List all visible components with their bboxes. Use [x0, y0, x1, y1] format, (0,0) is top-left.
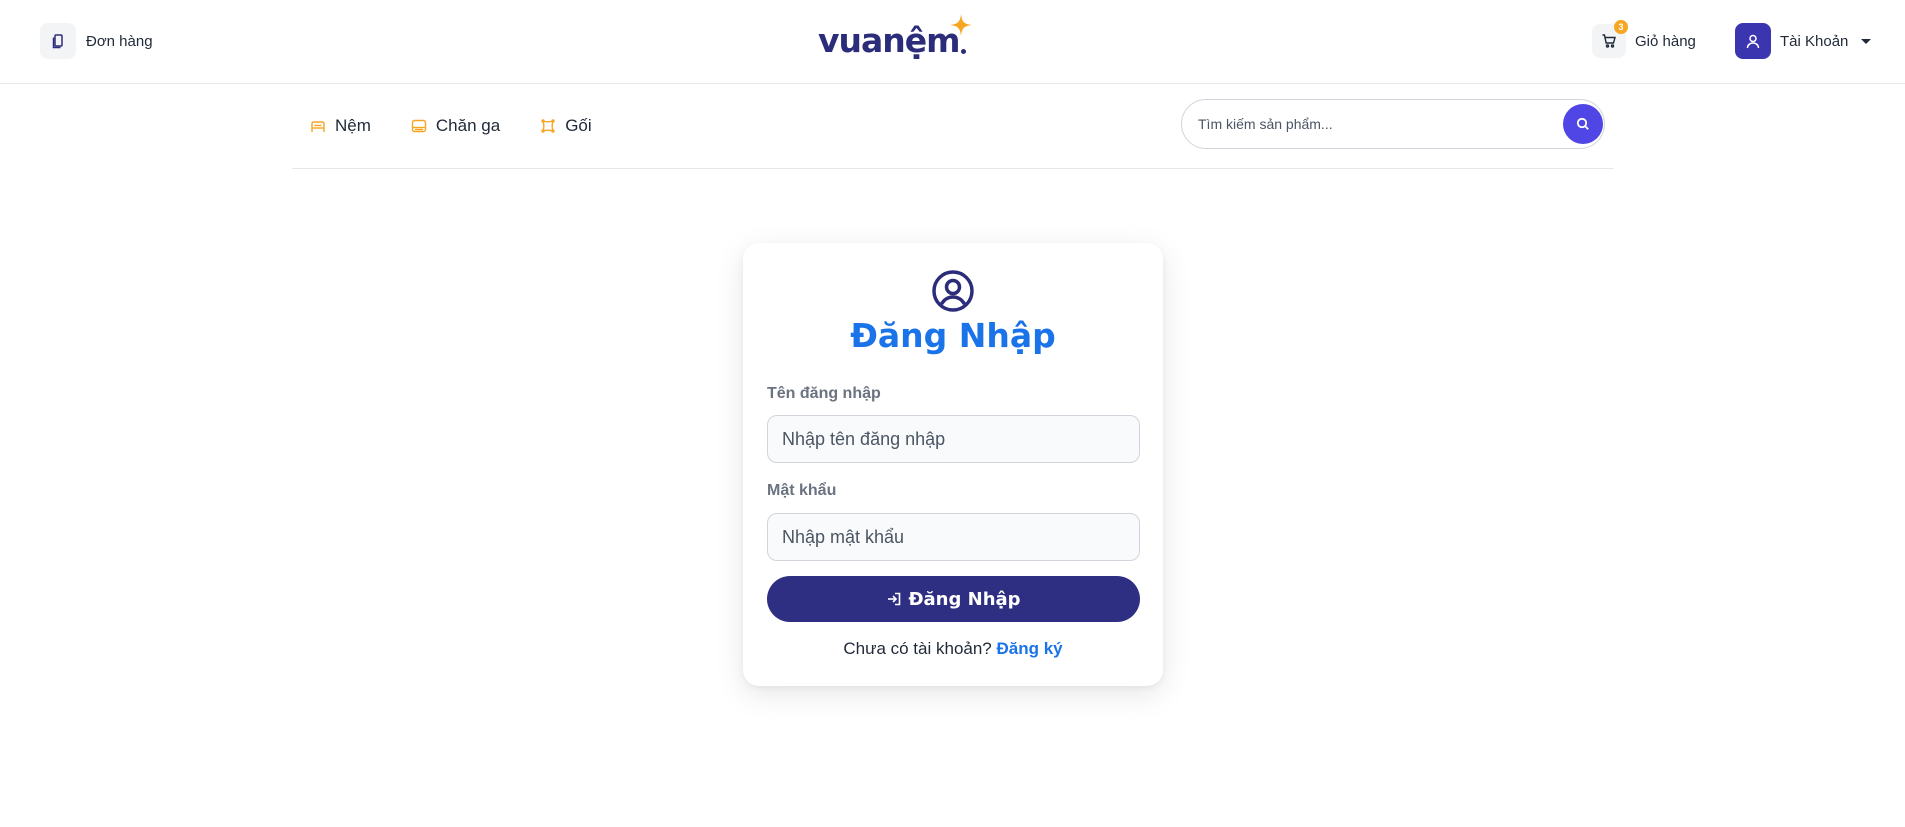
account-menu[interactable]: Tài Khoản [1735, 23, 1872, 59]
orders-label: Đơn hàng [86, 32, 153, 50]
signup-prompt: Chưa có tài khoản? Đăng ký [743, 639, 1163, 659]
password-field-wrapper [767, 513, 1140, 561]
search-bar [1181, 99, 1605, 149]
password-input[interactable] [768, 514, 1139, 560]
login-title: Đăng Nhập [850, 316, 1056, 355]
search-button[interactable] [1563, 104, 1603, 144]
vuanem-logo[interactable]: vuanệm [818, 14, 972, 64]
blanket-icon [411, 119, 427, 133]
category-mattress[interactable]: Nệm [310, 111, 371, 141]
signup-link[interactable]: Đăng ký [997, 639, 1063, 658]
pillow-icon [541, 119, 555, 133]
username-field-wrapper [767, 415, 1140, 463]
username-label: Tên đăng nhập [767, 385, 881, 402]
orders-link[interactable]: Đơn hàng [40, 23, 153, 59]
user-circle-icon [931, 269, 975, 318]
top-header: Đơn hàng vuanệm 3 Giỏ hàng Tài Khoản [0, 0, 1905, 84]
cart-link[interactable]: 3 Giỏ hàng [1592, 20, 1696, 59]
cart-count-badge: 3 [1614, 20, 1628, 34]
login-button[interactable]: Đăng Nhập [767, 576, 1140, 622]
category-label: Nệm [335, 116, 371, 135]
login-button-label: Đăng Nhập [908, 588, 1021, 610]
cart-icon [1602, 34, 1616, 48]
orders-icon [40, 23, 76, 59]
search-icon [1576, 117, 1589, 130]
login-icon [888, 592, 901, 606]
cart-icon-box: 3 [1592, 20, 1628, 58]
no-account-text: Chưa có tài khoản? [843, 639, 992, 658]
category-blanket[interactable]: Chăn ga [411, 111, 500, 141]
user-icon [1735, 23, 1771, 59]
category-pillow[interactable]: Gối [540, 111, 592, 141]
logo-text: vuanệm [818, 21, 961, 60]
category-label: Chăn ga [435, 116, 501, 135]
password-label: Mật khẩu [767, 482, 837, 499]
account-label: Tài Khoản [1780, 32, 1849, 50]
caret-down-icon [1861, 38, 1872, 44]
username-input[interactable] [768, 416, 1139, 462]
category-nav: Nệm Chăn ga Gối [292, 85, 1614, 169]
cart-label: Giỏ hàng [1635, 32, 1696, 50]
logo-dot [960, 49, 966, 54]
bed-icon [311, 121, 325, 132]
login-card: Đăng Nhập Tên đăng nhập Mật khẩu Đăng Nh… [743, 243, 1163, 686]
search-input[interactable] [1198, 100, 1558, 148]
sparkle-icon [949, 14, 972, 41]
category-label: Gối [565, 116, 592, 135]
